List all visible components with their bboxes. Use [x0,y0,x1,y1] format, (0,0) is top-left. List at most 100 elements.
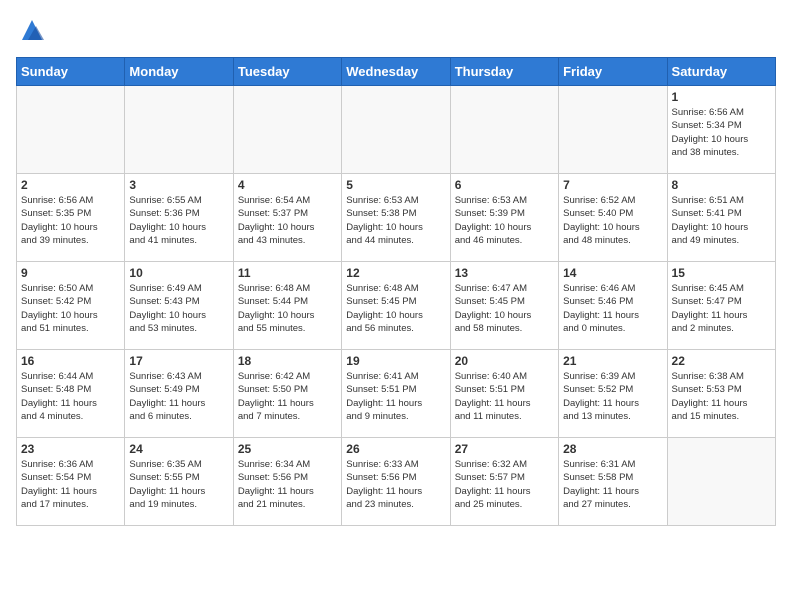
day-number: 10 [129,266,228,280]
day-number: 5 [346,178,445,192]
calendar-cell: 18Sunrise: 6:42 AM Sunset: 5:50 PM Dayli… [233,350,341,438]
day-header-friday: Friday [559,58,667,86]
day-number: 11 [238,266,337,280]
day-info: Sunrise: 6:56 AM Sunset: 5:34 PM Dayligh… [672,106,771,159]
day-info: Sunrise: 6:55 AM Sunset: 5:36 PM Dayligh… [129,194,228,247]
calendar-cell: 21 Sunrise: 6:39 AM Sunset: 5:52 PM Dayli… [559,350,667,438]
calendar-cell: 12 Sunrise: 6:48 AM Sunset: 5:45 PM Dayli… [342,262,450,350]
day-info: Sunrise: 6:48 AM Sunset: 5:45 PM Dayligh… [346,282,445,335]
day-number: 21 [563,354,662,368]
day-number: 8 [672,178,771,192]
week-row-0: 1 Sunrise: 6:56 AM Sunset: 5:34 PM Daylig… [17,86,776,174]
calendar-cell [667,438,775,526]
calendar-cell: 20Sunrise: 6:40 AM Sunset: 5:51 PM Dayli… [450,350,558,438]
day-number: 22 [672,354,771,368]
day-header-tuesday: Tuesday [233,58,341,86]
day-info: Sunrise: 6:52 AM Sunset: 5:40 PM Dayligh… [563,194,662,247]
logo-icon [18,16,46,44]
week-row-2: 9 Sunrise: 6:50 AM Sunset: 5:42 PM Daylig… [17,262,776,350]
day-info: Sunrise: 6:33 AM Sunset: 5:56 PM Dayligh… [346,458,445,511]
day-info: Sunrise: 6:40 AM Sunset: 5:51 PM Dayligh… [455,370,554,423]
calendar-cell: 28 Sunrise: 6:31 AM Sunset: 5:58 PM Dayli… [559,438,667,526]
calendar-cell: 7 Sunrise: 6:52 AM Sunset: 5:40 PM Daylig… [559,174,667,262]
day-number: 13 [455,266,554,280]
calendar-cell: 9 Sunrise: 6:50 AM Sunset: 5:42 PM Daylig… [17,262,125,350]
day-info: Sunrise: 6:47 AM Sunset: 5:45 PM Dayligh… [455,282,554,335]
day-header-monday: Monday [125,58,233,86]
day-info: Sunrise: 6:38 AM Sunset: 5:53 PM Dayligh… [672,370,771,423]
calendar-cell: 24 Sunrise: 6:35 AM Sunset: 5:55 PM Dayli… [125,438,233,526]
day-number: 7 [563,178,662,192]
day-number: 26 [346,442,445,456]
calendar-cell: 2 Sunrise: 6:56 AM Sunset: 5:35 PM Daylig… [17,174,125,262]
week-row-4: 23 Sunrise: 6:36 AM Sunset: 5:54 PM Dayli… [17,438,776,526]
day-number: 4 [238,178,337,192]
calendar-cell: 3Sunrise: 6:55 AM Sunset: 5:36 PM Daylig… [125,174,233,262]
page-header [16,16,776,49]
day-header-wednesday: Wednesday [342,58,450,86]
day-info: Sunrise: 6:45 AM Sunset: 5:47 PM Dayligh… [672,282,771,335]
day-info: Sunrise: 6:53 AM Sunset: 5:38 PM Dayligh… [346,194,445,247]
day-header-thursday: Thursday [450,58,558,86]
day-info: Sunrise: 6:36 AM Sunset: 5:54 PM Dayligh… [21,458,120,511]
day-number: 1 [672,90,771,104]
day-info: Sunrise: 6:53 AM Sunset: 5:39 PM Dayligh… [455,194,554,247]
calendar-cell [17,86,125,174]
day-number: 27 [455,442,554,456]
day-number: 23 [21,442,120,456]
day-info: Sunrise: 6:34 AM Sunset: 5:56 PM Dayligh… [238,458,337,511]
day-info: Sunrise: 6:35 AM Sunset: 5:55 PM Dayligh… [129,458,228,511]
day-info: Sunrise: 6:43 AM Sunset: 5:49 PM Dayligh… [129,370,228,423]
day-info: Sunrise: 6:46 AM Sunset: 5:46 PM Dayligh… [563,282,662,335]
day-number: 2 [21,178,120,192]
calendar-cell: 16Sunrise: 6:44 AM Sunset: 5:48 PM Dayli… [17,350,125,438]
day-info: Sunrise: 6:56 AM Sunset: 5:35 PM Dayligh… [21,194,120,247]
calendar-cell: 26 Sunrise: 6:33 AM Sunset: 5:56 PM Dayli… [342,438,450,526]
logo [16,16,46,49]
calendar-cell: 23 Sunrise: 6:36 AM Sunset: 5:54 PM Dayli… [17,438,125,526]
day-number: 9 [21,266,120,280]
day-number: 17 [129,354,228,368]
week-row-1: 2 Sunrise: 6:56 AM Sunset: 5:35 PM Daylig… [17,174,776,262]
day-number: 18 [238,354,337,368]
week-row-3: 16Sunrise: 6:44 AM Sunset: 5:48 PM Dayli… [17,350,776,438]
day-info: Sunrise: 6:48 AM Sunset: 5:44 PM Dayligh… [238,282,337,335]
day-header-sunday: Sunday [17,58,125,86]
day-number: 28 [563,442,662,456]
day-info: Sunrise: 6:39 AM Sunset: 5:52 PM Dayligh… [563,370,662,423]
calendar-cell: 19 Sunrise: 6:41 AM Sunset: 5:51 PM Dayli… [342,350,450,438]
day-info: Sunrise: 6:49 AM Sunset: 5:43 PM Dayligh… [129,282,228,335]
day-header-saturday: Saturday [667,58,775,86]
calendar-cell: 6Sunrise: 6:53 AM Sunset: 5:39 PM Daylig… [450,174,558,262]
calendar-cell: 17 Sunrise: 6:43 AM Sunset: 5:49 PM Dayli… [125,350,233,438]
calendar-cell [342,86,450,174]
calendar-table: SundayMondayTuesdayWednesdayThursdayFrid… [16,57,776,526]
calendar-cell: 5 Sunrise: 6:53 AM Sunset: 5:38 PM Daylig… [342,174,450,262]
calendar-cell: 15 Sunrise: 6:45 AM Sunset: 5:47 PM Dayli… [667,262,775,350]
calendar-cell: 10 Sunrise: 6:49 AM Sunset: 5:43 PM Dayli… [125,262,233,350]
day-number: 19 [346,354,445,368]
calendar-cell: 8 Sunrise: 6:51 AM Sunset: 5:41 PM Daylig… [667,174,775,262]
day-number: 12 [346,266,445,280]
day-info: Sunrise: 6:54 AM Sunset: 5:37 PM Dayligh… [238,194,337,247]
calendar-header-row: SundayMondayTuesdayWednesdayThursdayFrid… [17,58,776,86]
calendar-cell: 13 Sunrise: 6:47 AM Sunset: 5:45 PM Dayli… [450,262,558,350]
day-info: Sunrise: 6:44 AM Sunset: 5:48 PM Dayligh… [21,370,120,423]
day-info: Sunrise: 6:31 AM Sunset: 5:58 PM Dayligh… [563,458,662,511]
day-info: Sunrise: 6:51 AM Sunset: 5:41 PM Dayligh… [672,194,771,247]
calendar-cell: 14 Sunrise: 6:46 AM Sunset: 5:46 PM Dayli… [559,262,667,350]
day-number: 24 [129,442,228,456]
day-info: Sunrise: 6:50 AM Sunset: 5:42 PM Dayligh… [21,282,120,335]
calendar-cell: 27Sunrise: 6:32 AM Sunset: 5:57 PM Dayli… [450,438,558,526]
calendar-cell [450,86,558,174]
calendar-cell: 1 Sunrise: 6:56 AM Sunset: 5:34 PM Daylig… [667,86,775,174]
day-number: 14 [563,266,662,280]
calendar-cell [559,86,667,174]
calendar-cell: 25Sunrise: 6:34 AM Sunset: 5:56 PM Dayli… [233,438,341,526]
day-info: Sunrise: 6:41 AM Sunset: 5:51 PM Dayligh… [346,370,445,423]
calendar-cell [233,86,341,174]
calendar-cell [125,86,233,174]
calendar-cell: 11 Sunrise: 6:48 AM Sunset: 5:44 PM Dayli… [233,262,341,350]
day-number: 15 [672,266,771,280]
calendar-cell: 22 Sunrise: 6:38 AM Sunset: 5:53 PM Dayli… [667,350,775,438]
